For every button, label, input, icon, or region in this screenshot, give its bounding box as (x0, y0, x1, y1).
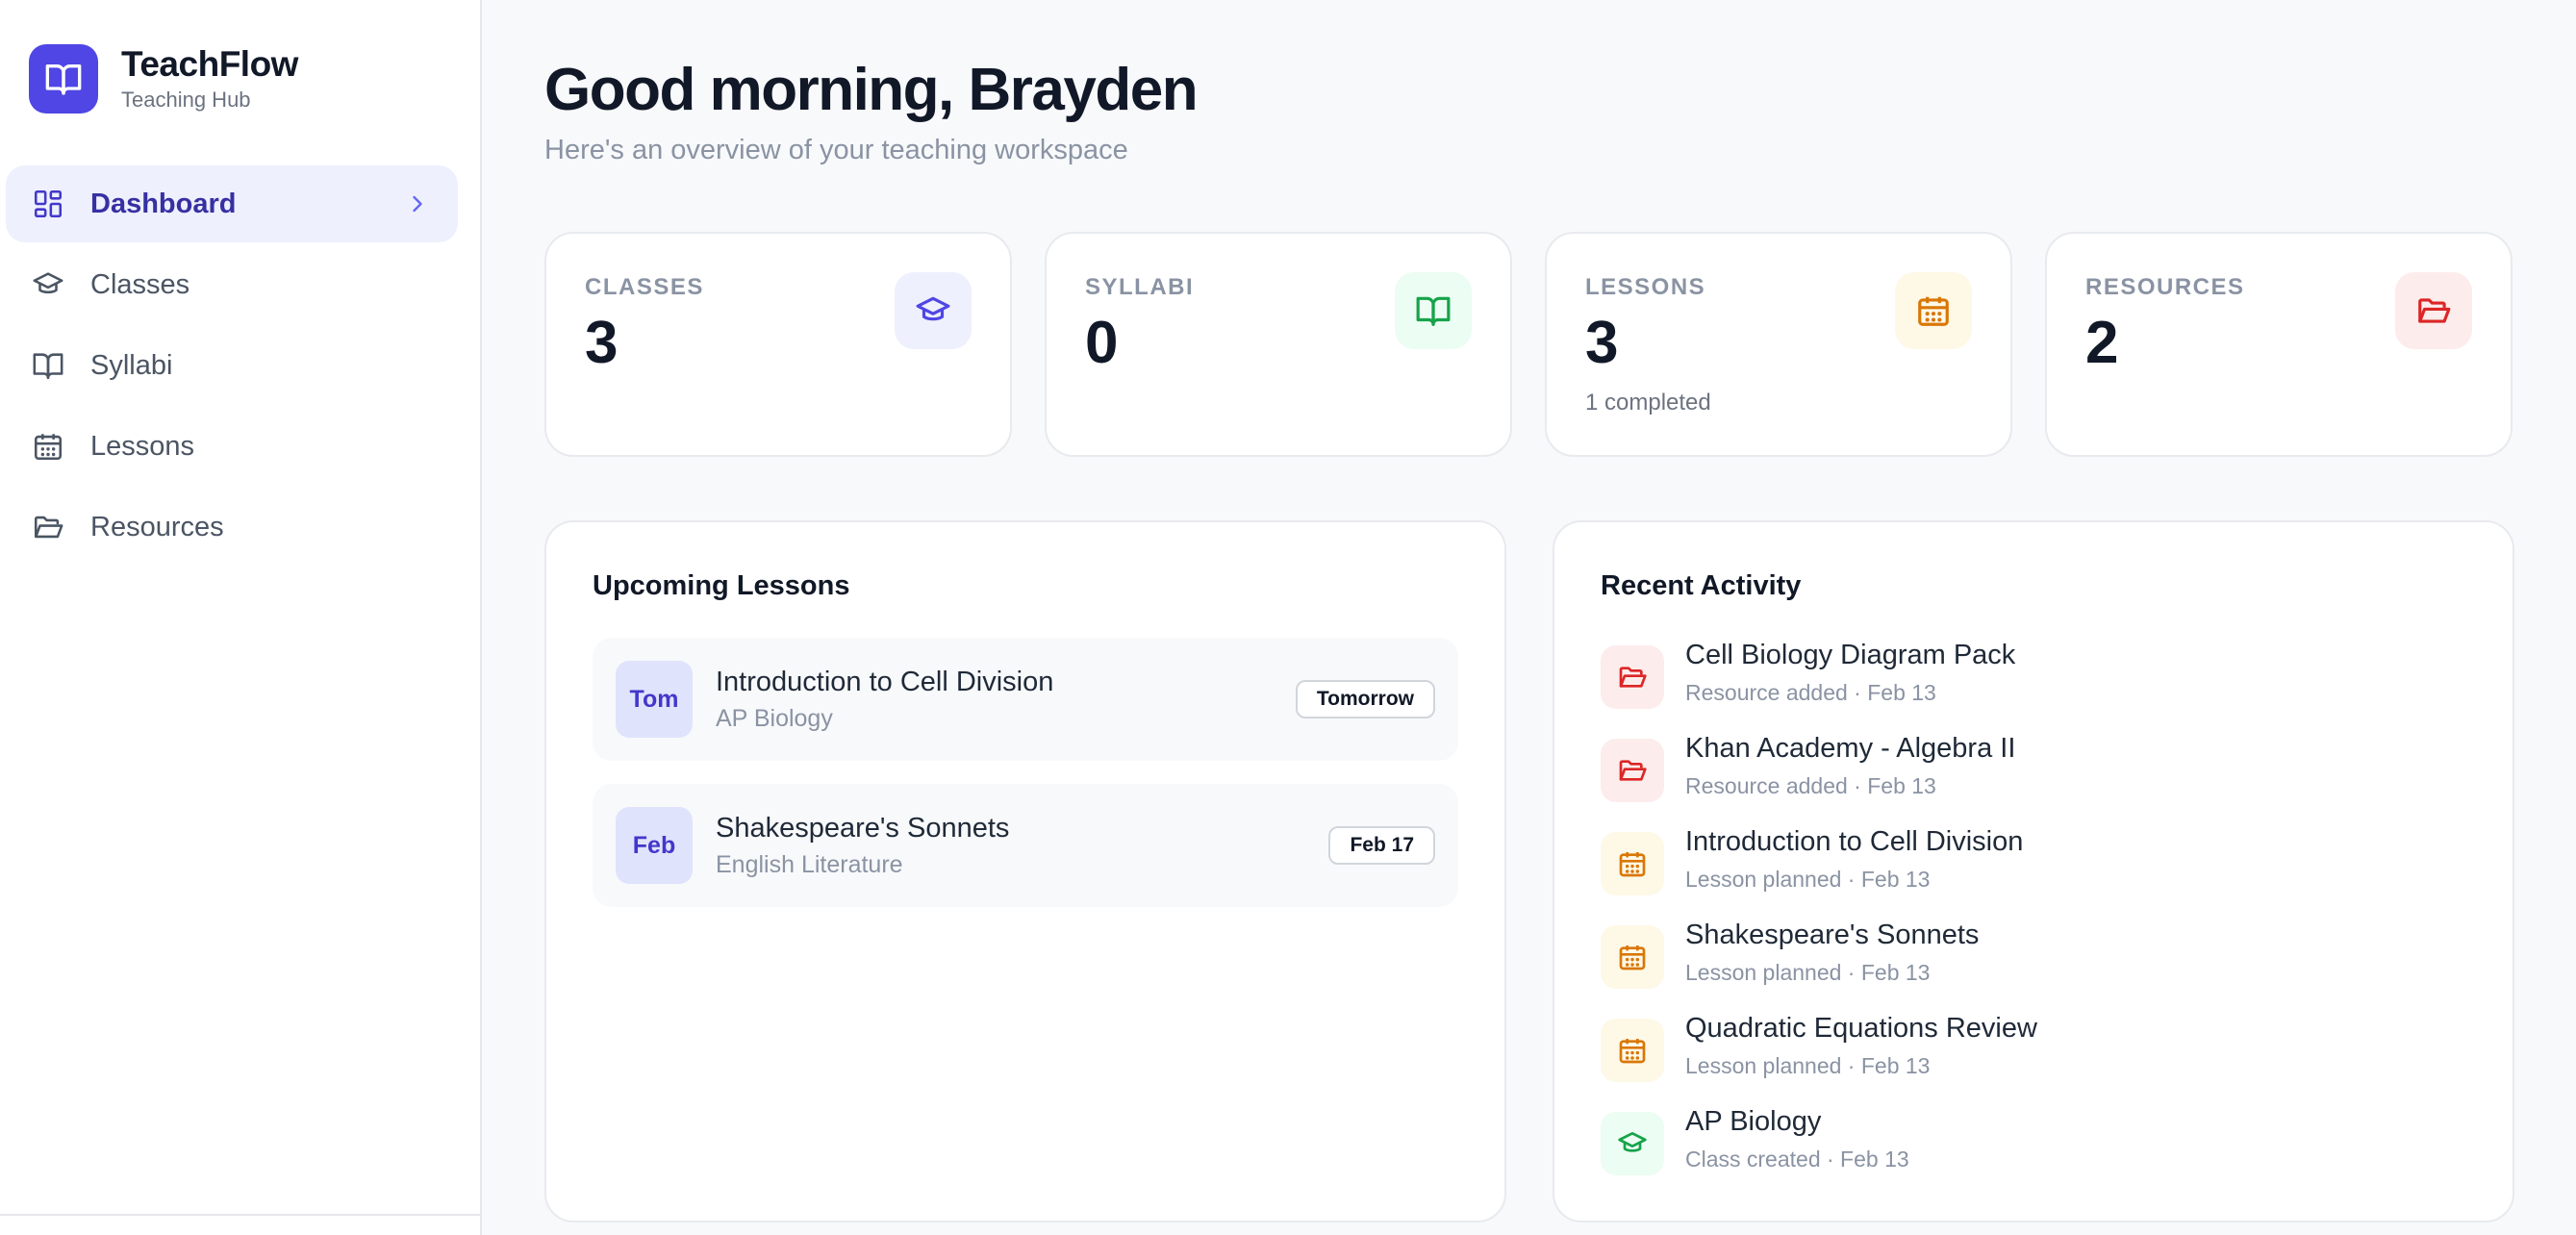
folder-icon (29, 508, 67, 546)
activity-title: Quadratic Equations Review (1685, 1013, 2037, 1044)
lesson-class: English Literature (716, 851, 903, 878)
stat-label: LESSONS (1585, 274, 1706, 300)
calendar-icon (1601, 1019, 1664, 1082)
recent-activity-panel: Recent Activity Cell Biology Diagram Pac… (1553, 520, 2514, 1222)
graduation-cap-icon (29, 265, 67, 304)
sidebar-item-dashboard[interactable]: Dashboard (6, 165, 458, 242)
sidebar-item-syllabi[interactable]: Syllabi (6, 327, 458, 404)
sidebar-item-label: Lessons (90, 430, 195, 462)
lesson-item[interactable]: Feb Shakespeare's Sonnets English Litera… (593, 784, 1458, 907)
sidebar-item-label: Resources (90, 511, 224, 542)
calendar-icon (1601, 925, 1664, 989)
sidebar-item-classes[interactable]: Classes (6, 246, 458, 323)
sidebar-item-label: Dashboard (90, 188, 237, 219)
graduation-cap-icon (895, 272, 972, 349)
dashboard-icon (29, 185, 67, 223)
page-subtitle: Here's an overview of your teaching work… (544, 135, 1128, 165)
stat-label: SYLLABI (1085, 274, 1195, 300)
book-icon (29, 346, 67, 385)
stat-card-resources[interactable]: RESOURCES 2 (2045, 232, 2513, 457)
activity-item[interactable]: AP Biology Class created · Feb 13 (1601, 1106, 2466, 1183)
activity-title: Khan Academy - Algebra II (1685, 733, 2016, 764)
brand-subtitle: Teaching Hub (121, 88, 251, 113)
activity-title: Shakespeare's Sonnets (1685, 920, 1980, 950)
calendar-icon (29, 427, 67, 466)
lesson-date-badge: Feb (616, 807, 693, 884)
stat-value: 0 (1085, 310, 1119, 376)
stat-card-classes[interactable]: CLASSES 3 (544, 232, 1012, 457)
stat-label: RESOURCES (2085, 274, 2245, 300)
sidebar: TeachFlow Teaching Hub Dashboard Classes… (0, 0, 482, 1235)
sidebar-item-resources[interactable]: Resources (6, 489, 458, 566)
activity-title: Cell Biology Diagram Pack (1685, 640, 2016, 670)
chevron-right-icon (404, 190, 431, 217)
brand-name: TeachFlow (121, 43, 298, 84)
calendar-icon (1895, 272, 1972, 349)
sidebar-item-label: Syllabi (90, 349, 173, 381)
activity-meta: Resource added · Feb 13 (1685, 773, 1936, 798)
activity-item[interactable]: Quadratic Equations Review Lesson planne… (1601, 1013, 2466, 1090)
stat-value: 3 (1585, 310, 1619, 376)
activity-meta: Resource added · Feb 13 (1685, 680, 1936, 705)
upcoming-lessons-panel: Upcoming Lessons Tom Introduction to Cel… (544, 520, 1506, 1222)
stat-card-lessons[interactable]: LESSONS 3 1 completed (1545, 232, 2012, 457)
stat-card-syllabi[interactable]: SYLLABI 0 (1045, 232, 1512, 457)
stat-note: 1 completed (1585, 390, 1711, 416)
book-icon (1395, 272, 1472, 349)
lesson-date-tag: Feb 17 (1328, 826, 1435, 865)
lesson-date-badge: Tom (616, 661, 693, 738)
sidebar-nav: Dashboard Classes Syllabi Lessons Resour… (6, 165, 458, 569)
stat-label: CLASSES (585, 274, 704, 300)
activity-item[interactable]: Shakespeare's Sonnets Lesson planned · F… (1601, 920, 2466, 996)
lesson-class: AP Biology (716, 705, 833, 732)
panel-title: Recent Activity (1601, 570, 1802, 601)
stat-value: 2 (2085, 310, 2119, 376)
activity-meta: Class created · Feb 13 (1685, 1147, 1909, 1172)
activity-meta: Lesson planned · Feb 13 (1685, 867, 1931, 892)
stat-value: 3 (585, 310, 619, 376)
folder-icon (2395, 272, 2472, 349)
activity-item[interactable]: Khan Academy - Algebra II Resource added… (1601, 733, 2466, 810)
folder-icon (1601, 645, 1664, 709)
sidebar-item-label: Classes (90, 268, 190, 300)
folder-icon (1601, 739, 1664, 802)
panel-title: Upcoming Lessons (593, 570, 850, 601)
graduation-cap-icon (1601, 1112, 1664, 1175)
activity-item[interactable]: Cell Biology Diagram Pack Resource added… (1601, 640, 2466, 717)
activity-meta: Lesson planned · Feb 13 (1685, 1053, 1931, 1078)
lesson-date-tag: Tomorrow (1295, 680, 1435, 718)
activity-meta: Lesson planned · Feb 13 (1685, 960, 1931, 985)
activity-title: AP Biology (1685, 1106, 1822, 1137)
calendar-icon (1601, 832, 1664, 895)
activity-title: Introduction to Cell Division (1685, 826, 2024, 857)
lesson-item[interactable]: Tom Introduction to Cell Division AP Bio… (593, 638, 1458, 761)
page-title: Good morning, Brayden (544, 57, 1199, 123)
activity-item[interactable]: Introduction to Cell Division Lesson pla… (1601, 826, 2466, 903)
book-open-icon (29, 44, 98, 113)
brand[interactable]: TeachFlow Teaching Hub (29, 44, 298, 113)
sidebar-footer-divider (0, 1214, 480, 1216)
main-content: Good morning, Brayden Here's an overview… (483, 0, 2576, 1235)
lesson-title: Introduction to Cell Division (716, 667, 1054, 697)
sidebar-item-lessons[interactable]: Lessons (6, 408, 458, 485)
lesson-title: Shakespeare's Sonnets (716, 813, 1010, 844)
